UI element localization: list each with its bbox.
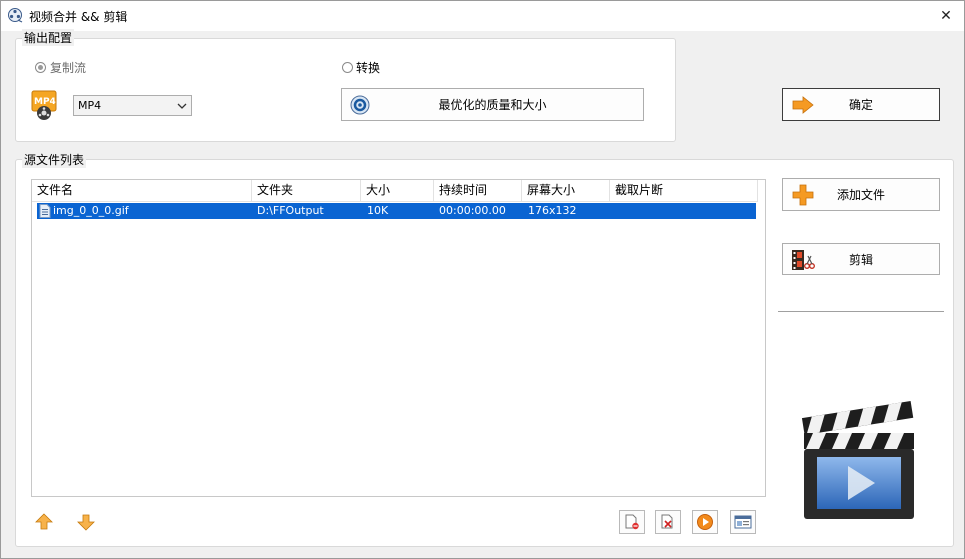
cell-folder: D:\FFOutput	[257, 204, 324, 217]
gear-icon	[350, 95, 370, 115]
window-title: 视频合并 && 剪辑	[29, 10, 128, 24]
film-reel-icon	[8, 8, 23, 23]
info-button[interactable]	[730, 510, 756, 534]
film-scissors-icon	[792, 250, 815, 270]
output-config-label: 输出配置	[22, 29, 75, 46]
title-bar: 视频合并 && 剪辑 ✕	[1, 1, 964, 31]
convert-label: 转换	[356, 61, 381, 75]
clapperboard-icon	[801, 400, 914, 519]
play-button[interactable]	[692, 510, 718, 534]
copy-stream-label: 复制流	[50, 61, 87, 75]
column-header-name[interactable]: 文件名	[32, 180, 252, 202]
remove-file-button[interactable]	[619, 510, 645, 534]
remove-file-icon	[625, 514, 639, 530]
convert-radio[interactable]	[342, 62, 353, 73]
table-row[interactable]: img_0_0_0.gif D:\FFOutput 10K 00:00:00.0…	[37, 203, 756, 219]
cell-screen-size: 176x132	[528, 204, 577, 217]
clear-list-button[interactable]	[655, 510, 681, 534]
confirm-button-label: 确定	[848, 98, 873, 112]
arrow-up-icon[interactable]	[35, 513, 53, 531]
arrow-down-icon[interactable]	[77, 513, 95, 531]
format-select[interactable]: MP4	[73, 95, 192, 116]
clear-list-icon	[661, 514, 673, 529]
column-header-duration[interactable]: 持续时间	[434, 180, 522, 202]
separator	[778, 311, 944, 312]
chevron-down-icon	[177, 103, 187, 109]
column-header-folder[interactable]: 文件夹	[252, 180, 361, 202]
add-file-button-label: 添加文件	[836, 188, 885, 202]
cell-size: 10K	[367, 204, 389, 217]
column-header-screen-size[interactable]: 屏幕大小	[522, 180, 610, 202]
close-button[interactable]: ✕	[935, 5, 957, 27]
cell-duration: 00:00:00.00	[439, 204, 506, 217]
info-icon	[734, 515, 752, 529]
cell-file-name: img_0_0_0.gif	[53, 204, 129, 217]
mp4-file-icon: MP4	[31, 90, 57, 120]
plus-icon	[792, 184, 814, 206]
column-header-clip[interactable]: 截取片断	[610, 180, 758, 202]
arrow-right-icon	[792, 96, 814, 114]
edit-button-label: 剪辑	[848, 252, 873, 267]
column-header-size[interactable]: 大小	[361, 180, 434, 202]
play-icon	[697, 514, 713, 530]
format-select-value: MP4	[78, 99, 102, 112]
add-file-button[interactable]: 添加文件	[782, 178, 940, 211]
file-icon	[39, 204, 51, 218]
source-files-label: 源文件列表	[22, 151, 87, 168]
quality-button[interactable]: 最优化的质量和大小	[341, 88, 644, 121]
copy-stream-radio[interactable]	[35, 62, 46, 73]
svg-text:MP4: MP4	[34, 97, 56, 107]
file-list[interactable]: 文件名 文件夹 大小 持续时间 屏幕大小 截取片断 img_0_0_0.gif …	[31, 179, 766, 497]
edit-button[interactable]: 剪辑	[782, 243, 940, 275]
confirm-button[interactable]: 确定	[782, 88, 940, 121]
app-window: 视频合并 && 剪辑 ✕ 输出配置 复制流 转换 MP4 MP4 最优化的质量和…	[0, 0, 965, 559]
quality-button-label: 最优化的质量和大小	[438, 98, 547, 112]
